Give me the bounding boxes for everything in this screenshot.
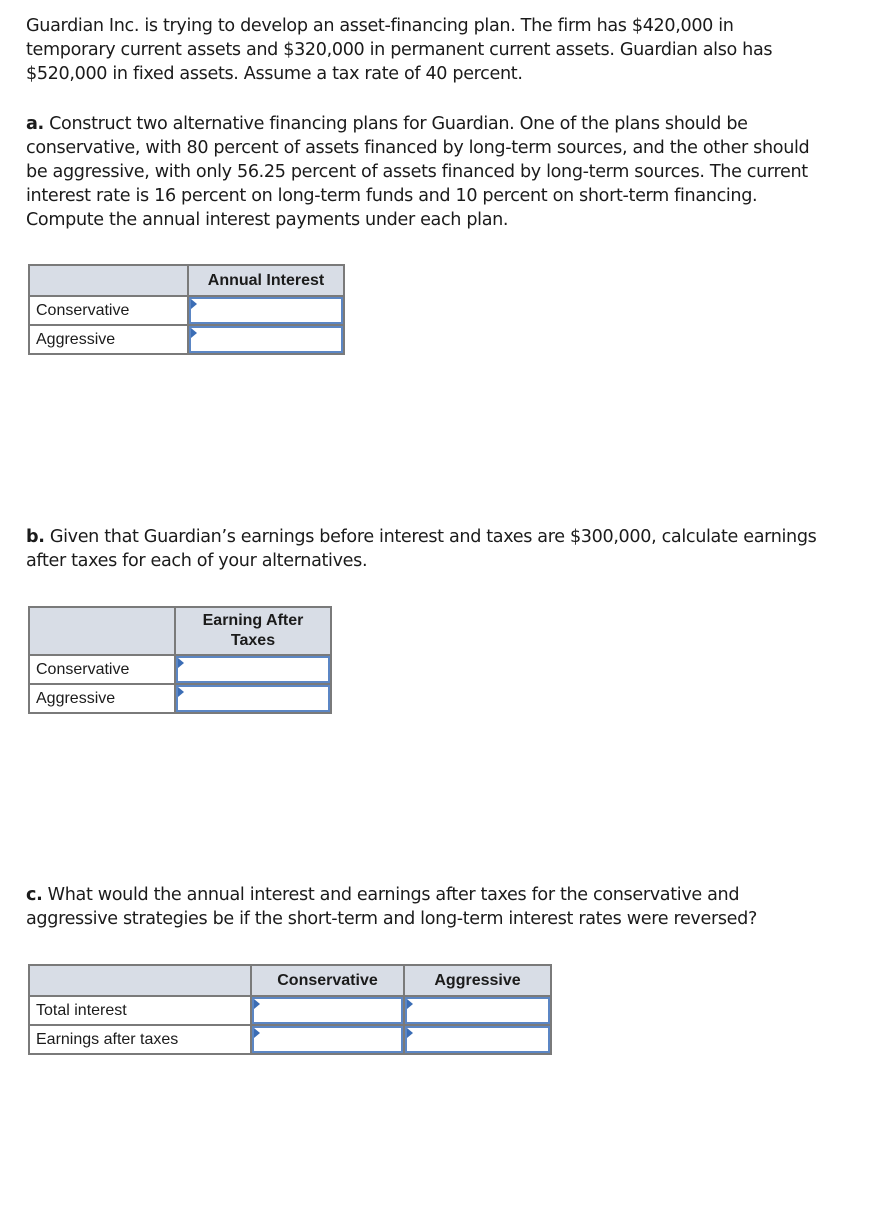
part-a-text: Construct two alternative financing plan… (26, 114, 810, 230)
intro-paragraph: Guardian Inc. is trying to develop an as… (26, 16, 773, 84)
part-c-text: What would the annual interest and earni… (26, 885, 757, 929)
table-row: Conservative (28, 654, 332, 685)
part-a-label: a. (26, 114, 44, 134)
row-label-conservative: Conservative (28, 295, 189, 326)
row-label-aggressive: Aggressive (28, 683, 176, 714)
table-header-blank (28, 964, 252, 997)
column-header-aggressive: Aggressive (403, 964, 552, 997)
cell-aggressive-eat (174, 683, 332, 714)
cell-eat-aggressive (403, 1024, 552, 1055)
aggressive-earnings-after-taxes-input[interactable] (176, 685, 330, 712)
cell-total-interest-conservative (250, 995, 405, 1026)
total-interest-conservative-input[interactable] (252, 997, 403, 1024)
part-c-label: c. (26, 885, 43, 905)
row-label-conservative: Conservative (28, 654, 176, 685)
part-b-question: b. Given that Guardian’s earnings before… (26, 525, 826, 573)
aggressive-annual-interest-input[interactable] (189, 326, 343, 353)
table-header-blank (28, 606, 176, 656)
table-row: Aggressive (28, 683, 332, 714)
cell-eat-conservative (250, 1024, 405, 1055)
earnings-after-taxes-aggressive-input[interactable] (405, 1026, 550, 1053)
table-row: Conservative (28, 295, 345, 326)
part-b-text: Given that Guardian’s earnings before in… (26, 527, 817, 571)
cell-conservative-annual-interest (187, 295, 345, 326)
cell-total-interest-aggressive (403, 995, 552, 1026)
earnings-after-taxes-table: Earning After Taxes Conservative Aggress… (28, 606, 332, 714)
cell-conservative-eat (174, 654, 332, 685)
part-a-question: a. Construct two alternative financing p… (26, 112, 826, 232)
part-b-label: b. (26, 527, 45, 547)
annual-interest-table: Annual Interest Conservative Aggressive (28, 264, 345, 355)
column-header-text: Earning After Taxes (202, 612, 304, 649)
column-header-annual-interest: Annual Interest (187, 264, 345, 297)
table-row: Aggressive (28, 324, 345, 355)
total-interest-aggressive-input[interactable] (405, 997, 550, 1024)
row-label-earnings-after-taxes: Earnings after taxes (28, 1024, 252, 1055)
column-header-earning-after-taxes: Earning After Taxes (174, 606, 332, 656)
table-row: Total interest (28, 995, 552, 1026)
earnings-after-taxes-conservative-input[interactable] (252, 1026, 403, 1053)
cell-aggressive-annual-interest (187, 324, 345, 355)
conservative-earnings-after-taxes-input[interactable] (176, 656, 330, 683)
row-label-total-interest: Total interest (28, 995, 252, 1026)
table-row: Earnings after taxes (28, 1024, 552, 1055)
column-header-conservative: Conservative (250, 964, 405, 997)
table-header-blank (28, 264, 189, 297)
part-c-question: c. What would the annual interest and ea… (26, 883, 826, 931)
reversed-rates-table: Conservative Aggressive Total interest E… (28, 964, 552, 1055)
conservative-annual-interest-input[interactable] (189, 297, 343, 324)
row-label-aggressive: Aggressive (28, 324, 189, 355)
